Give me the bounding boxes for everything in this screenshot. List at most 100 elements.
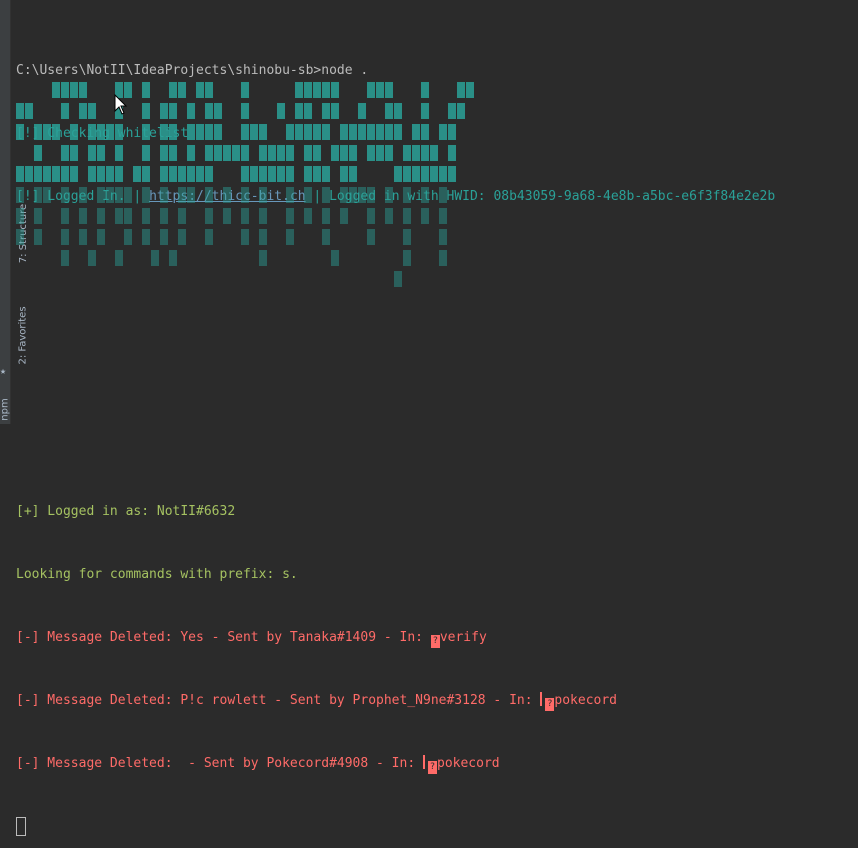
- art-block: [313, 124, 321, 140]
- art-block: [358, 187, 366, 203]
- art-block: [439, 166, 447, 182]
- art-block: [61, 145, 69, 161]
- art-block: [160, 187, 168, 203]
- art-block: [430, 166, 438, 182]
- art-block: [439, 250, 447, 266]
- art-block: [367, 208, 375, 224]
- art-block: [88, 250, 96, 266]
- art-block: [34, 145, 42, 161]
- art-block: [79, 208, 87, 224]
- art-block: [160, 145, 168, 161]
- art-block: [124, 187, 132, 203]
- art-block: [259, 145, 267, 161]
- art-block: [115, 250, 123, 266]
- art-block: [259, 208, 267, 224]
- art-block: [142, 82, 150, 98]
- art-block: [241, 208, 249, 224]
- art-block: [403, 166, 411, 182]
- art-block: [61, 229, 69, 245]
- art-block: [331, 145, 339, 161]
- art-block: [295, 103, 303, 119]
- art-block: [196, 124, 204, 140]
- art-block: [52, 82, 60, 98]
- art-block: [322, 187, 330, 203]
- art-block: [466, 82, 474, 98]
- art-block: [34, 229, 42, 245]
- art-block: [403, 145, 411, 161]
- art-block: [358, 124, 366, 140]
- art-block: [394, 103, 402, 119]
- art-block: [376, 145, 384, 161]
- art-block: [97, 208, 105, 224]
- command-prompt-line: C:\Users\NotII\IdeaProjects\shinobu-sb>n…: [16, 63, 369, 78]
- art-block: [196, 82, 204, 98]
- art-block: [277, 166, 285, 182]
- art-block: [97, 145, 105, 161]
- art-block: [250, 124, 258, 140]
- art-block: [313, 82, 321, 98]
- art-block: [187, 166, 195, 182]
- art-block: [16, 187, 24, 203]
- art-block: [97, 124, 105, 140]
- art-block: [322, 229, 330, 245]
- art-block: [385, 145, 393, 161]
- art-block: [16, 166, 24, 182]
- art-block: [142, 208, 150, 224]
- ascii-art-graphic: [16, 82, 474, 287]
- art-block: [331, 103, 339, 119]
- art-block: [286, 124, 294, 140]
- art-block: [286, 145, 294, 161]
- art-block: [304, 103, 312, 119]
- art-block: [16, 208, 24, 224]
- art-block: [178, 166, 186, 182]
- art-block: [322, 166, 330, 182]
- art-block: [448, 103, 456, 119]
- art-block: [34, 166, 42, 182]
- npm-tab[interactable]: npm: [0, 398, 11, 420]
- art-block: [259, 166, 267, 182]
- art-block: [268, 166, 276, 182]
- art-block: [439, 229, 447, 245]
- art-block: [61, 250, 69, 266]
- art-block: [277, 145, 285, 161]
- art-block: [160, 124, 168, 140]
- art-block: [286, 229, 294, 245]
- art-block: [421, 208, 429, 224]
- art-block: [340, 124, 348, 140]
- art-block: [241, 229, 249, 245]
- art-block: [385, 208, 393, 224]
- art-block: [205, 166, 213, 182]
- art-block: [385, 103, 393, 119]
- art-block: [70, 145, 78, 161]
- art-block: [61, 187, 69, 203]
- art-block: [52, 166, 60, 182]
- art-block: [295, 82, 303, 98]
- art-block: [349, 187, 357, 203]
- art-block: [142, 145, 150, 161]
- art-block: [322, 103, 330, 119]
- art-block: [169, 166, 177, 182]
- art-block: [376, 124, 384, 140]
- art-block: [16, 103, 24, 119]
- art-block: [187, 103, 195, 119]
- art-block: [304, 145, 312, 161]
- art-block: [187, 124, 195, 140]
- art-block: [106, 166, 114, 182]
- art-block: [421, 166, 429, 182]
- art-block: [367, 229, 375, 245]
- art-block: [187, 145, 195, 161]
- art-block: [205, 229, 213, 245]
- art-block: [34, 208, 42, 224]
- art-block: [340, 166, 348, 182]
- art-block: [421, 124, 429, 140]
- art-block: [367, 124, 375, 140]
- art-block: [160, 208, 168, 224]
- input-cursor-line[interactable]: [16, 816, 858, 837]
- art-block: [439, 187, 447, 203]
- bar-glyph-icon: [423, 755, 425, 769]
- art-block: [61, 103, 69, 119]
- art-block: [358, 103, 366, 119]
- art-block: [16, 229, 24, 245]
- art-block: [367, 187, 375, 203]
- art-block: [421, 187, 429, 203]
